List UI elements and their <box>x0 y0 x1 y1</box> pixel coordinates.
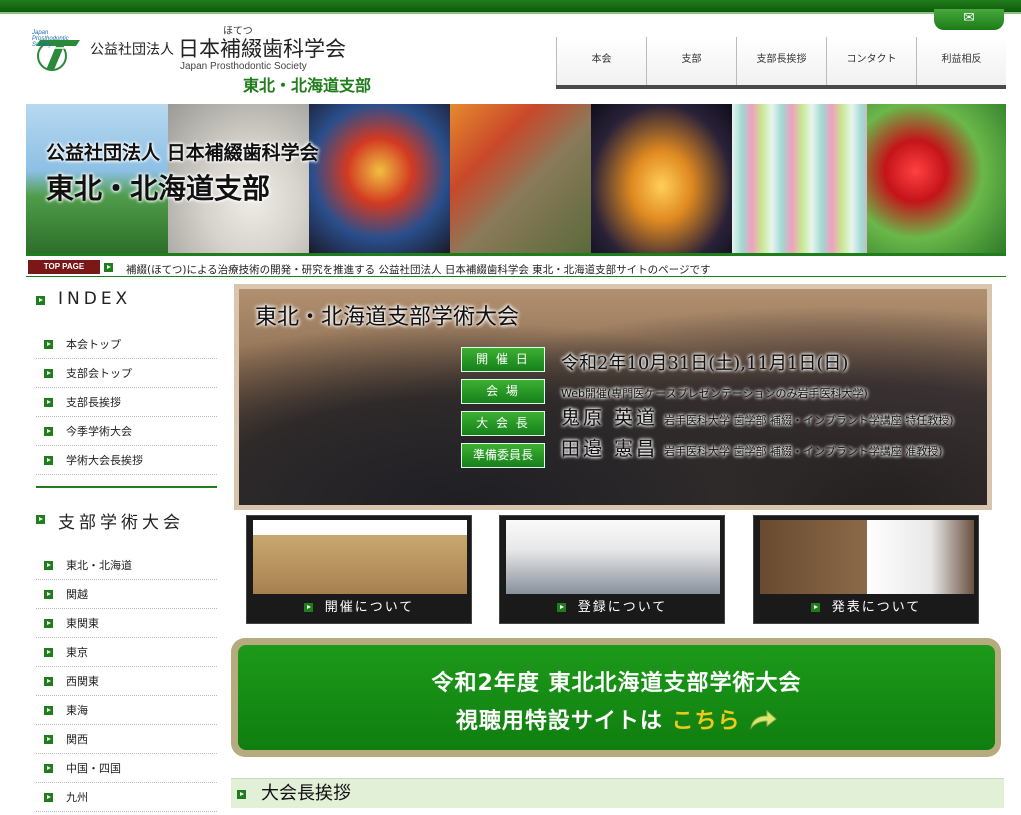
banner-line1: 公益社団法人 日本補綴歯科学会 <box>46 142 319 164</box>
curved-arrow-icon <box>750 709 777 730</box>
cta-line2: 視聴用特設サイトは こちら <box>238 703 995 735</box>
banner-title: 公益社団法人 日本補綴歯科学会 東北・北海道支部 <box>46 138 319 207</box>
logo-text: Japan Prosthodontic Society <box>32 30 69 48</box>
card-photo-stage <box>253 520 467 594</box>
ticker-bar: TOP PAGE 補綴(ほてつ)による治療技術の開発・研究を推進する 公益社団法… <box>26 259 1006 277</box>
branch-name: 東北・北海道支部 <box>243 76 372 95</box>
nav-item-shibu[interactable]: 支部 <box>646 37 736 85</box>
mail-icon: ✉ <box>963 10 975 26</box>
banner-line2: 東北・北海道支部 <box>46 172 271 205</box>
arrow-bullet-icon <box>36 515 45 524</box>
card-caption: 開催について <box>247 596 471 620</box>
chair-name: 田邉 憲昌 <box>561 438 659 460</box>
arrow-bullet-icon <box>44 792 53 802</box>
ticker-text: 補綴(ほてつ)による治療技術の開発・研究を推進する 公益社団法人 日本補綴歯科学… <box>126 264 711 276</box>
meeting-venue: Web開催(専門医ケースプレゼンテーションのみ岩手医科大学) <box>561 387 868 400</box>
sidebar-item-this-season[interactable]: 今季学術大会 <box>36 417 217 446</box>
president-affiliation: 岩手医科大学 歯学部 補綴・インプラント学講座 特任教授) <box>664 414 954 427</box>
arrow-bullet-icon <box>36 296 45 305</box>
arrow-bullet-icon <box>44 618 53 628</box>
arrow-bullet-icon <box>44 368 53 378</box>
arrow-bullet-icon <box>104 263 113 272</box>
card-about-meeting[interactable]: 開催について <box>246 515 472 624</box>
label-date: 開 催 日 <box>461 347 545 372</box>
org-english-name: Japan Prosthodontic Society <box>180 61 307 72</box>
arrow-bullet-icon <box>44 339 53 349</box>
sidebar-item-chugoku-shikoku[interactable]: 中国・四国 <box>36 754 217 783</box>
chair-affiliation: 岩手医科大学 歯学部 補綴・インプラント学講座 准教授) <box>664 445 943 458</box>
org-name: 日本補綴歯科学会 <box>178 37 346 61</box>
index-heading: INDEX <box>36 289 131 309</box>
arrow-bullet-icon <box>237 790 246 799</box>
banner-photo-autumn-castle <box>450 104 591 253</box>
top-bar <box>0 0 1021 14</box>
nav-item-honkai[interactable]: 本会 <box>556 37 646 85</box>
meeting-hero: 東北・北海道支部学術大会 開 催 日 会 場 大 会 長 準備委員長 令和2年1… <box>234 284 992 510</box>
sidebar-item-nishi-kanto[interactable]: 西関東 <box>36 667 217 696</box>
nav-item-greeting[interactable]: 支部長挨拶 <box>736 37 826 85</box>
viewing-site-button[interactable]: 令和2年度 東北北海道支部学術大会 視聴用特設サイトは こちら <box>238 645 995 750</box>
sidebar-item-branch-top[interactable]: 支部会トップ <box>36 359 217 388</box>
banner-photo-tanabata <box>732 104 867 253</box>
top-page-badge[interactable]: TOP PAGE <box>28 260 100 274</box>
org-kind: 公益社団法人 <box>90 42 174 58</box>
global-nav: 本会 支部 支部長挨拶 コンタクト 利益相反 <box>556 37 1006 89</box>
arrow-bullet-icon <box>44 455 53 465</box>
meeting-president: 鬼原 英道 岩手医科大学 歯学部 補綴・インプラント学講座 特任教授) <box>561 407 981 432</box>
banner-photo-nebuta <box>309 104 450 253</box>
sidebar-item-president-greeting[interactable]: 学術大会長挨拶 <box>36 446 217 475</box>
banner-photo-cherries <box>867 104 1006 253</box>
sidebar-item-kyushu[interactable]: 九州 <box>36 783 217 812</box>
meeting-chair: 田邉 憲昌 岩手医科大学 歯学部 補綴・インプラント学講座 准教授) <box>561 438 981 463</box>
arrow-bullet-icon <box>44 560 53 570</box>
sidebar-item-kanetsu[interactable]: 関越 <box>36 580 217 609</box>
sidebar-item-kansai[interactable]: 関西 <box>36 725 217 754</box>
section-heading-president-greeting: 大会長挨拶 <box>231 778 1004 808</box>
card-registration[interactable]: 登録について <box>499 515 725 624</box>
index-list: 本会トップ 支部会トップ 支部長挨拶 今季学術大会 学術大会長挨拶 <box>36 330 217 475</box>
arrow-bullet-icon <box>44 589 53 599</box>
sidebar-item-tohoku-hokkaido[interactable]: 東北・北海道 <box>36 551 217 580</box>
card-caption: 登録について <box>500 596 724 620</box>
arrow-bullet-icon <box>44 426 53 436</box>
label-president: 大 会 長 <box>461 411 545 436</box>
banner-photo-kanto-festival <box>591 104 732 253</box>
nav-item-contact[interactable]: コンタクト <box>826 37 916 85</box>
sidebar-item-tokyo[interactable]: 東京 <box>36 638 217 667</box>
card-caption: 発表について <box>754 596 978 620</box>
sidebar-item-tokai[interactable]: 東海 <box>36 696 217 725</box>
sidebar-item-higashi-kanto[interactable]: 東関東 <box>36 609 217 638</box>
arrow-bullet-icon <box>810 603 820 612</box>
hero-values: 令和2年10月31日(土),11月1日(日) Web開催(専門医ケースプレゼンテ… <box>561 347 981 463</box>
arrow-bullet-icon <box>44 397 53 407</box>
arrow-bullet-icon <box>44 676 53 686</box>
branch-meetings-list: 東北・北海道 関越 東関東 東京 西関東 東海 関西 中国・四国 九州 <box>36 551 217 812</box>
hero-labels: 開 催 日 会 場 大 会 長 準備委員長 <box>461 347 545 475</box>
label-chair: 準備委員長 <box>461 443 545 468</box>
arrow-bullet-icon <box>556 603 566 612</box>
nav-item-coi[interactable]: 利益相反 <box>916 37 1006 85</box>
cta-line1: 令和2年度 東北北海道支部学術大会 <box>431 671 802 696</box>
branch-meetings-heading: 支部学術大会 <box>36 508 184 533</box>
sidebar-item-honkai-top[interactable]: 本会トップ <box>36 330 217 359</box>
arrow-bullet-icon <box>303 603 313 612</box>
president-name: 鬼原 英道 <box>561 407 659 429</box>
arrow-bullet-icon <box>44 647 53 657</box>
page: ✉ Japan Prosthodontic Society 公益社団法人 ほてつ… <box>0 0 1021 815</box>
card-photo-podium <box>760 520 974 594</box>
sidebar-item-greeting[interactable]: 支部長挨拶 <box>36 388 217 417</box>
arrow-bullet-icon <box>44 763 53 773</box>
arrow-bullet-icon <box>44 705 53 715</box>
label-venue: 会 場 <box>461 379 545 404</box>
card-presentation[interactable]: 発表について <box>753 515 979 624</box>
meeting-date: 令和2年10月31日(土),11月1日(日) <box>561 353 849 374</box>
arrow-bullet-icon <box>44 734 53 744</box>
sidebar-divider <box>36 486 217 488</box>
mail-button[interactable]: ✉ <box>934 9 1004 30</box>
card-photo-reception <box>506 520 720 594</box>
society-logo[interactable]: Japan Prosthodontic Society <box>30 30 84 72</box>
cta-link-text[interactable]: こちら <box>671 709 740 734</box>
hero-title: 東北・北海道支部学術大会 <box>255 305 520 330</box>
